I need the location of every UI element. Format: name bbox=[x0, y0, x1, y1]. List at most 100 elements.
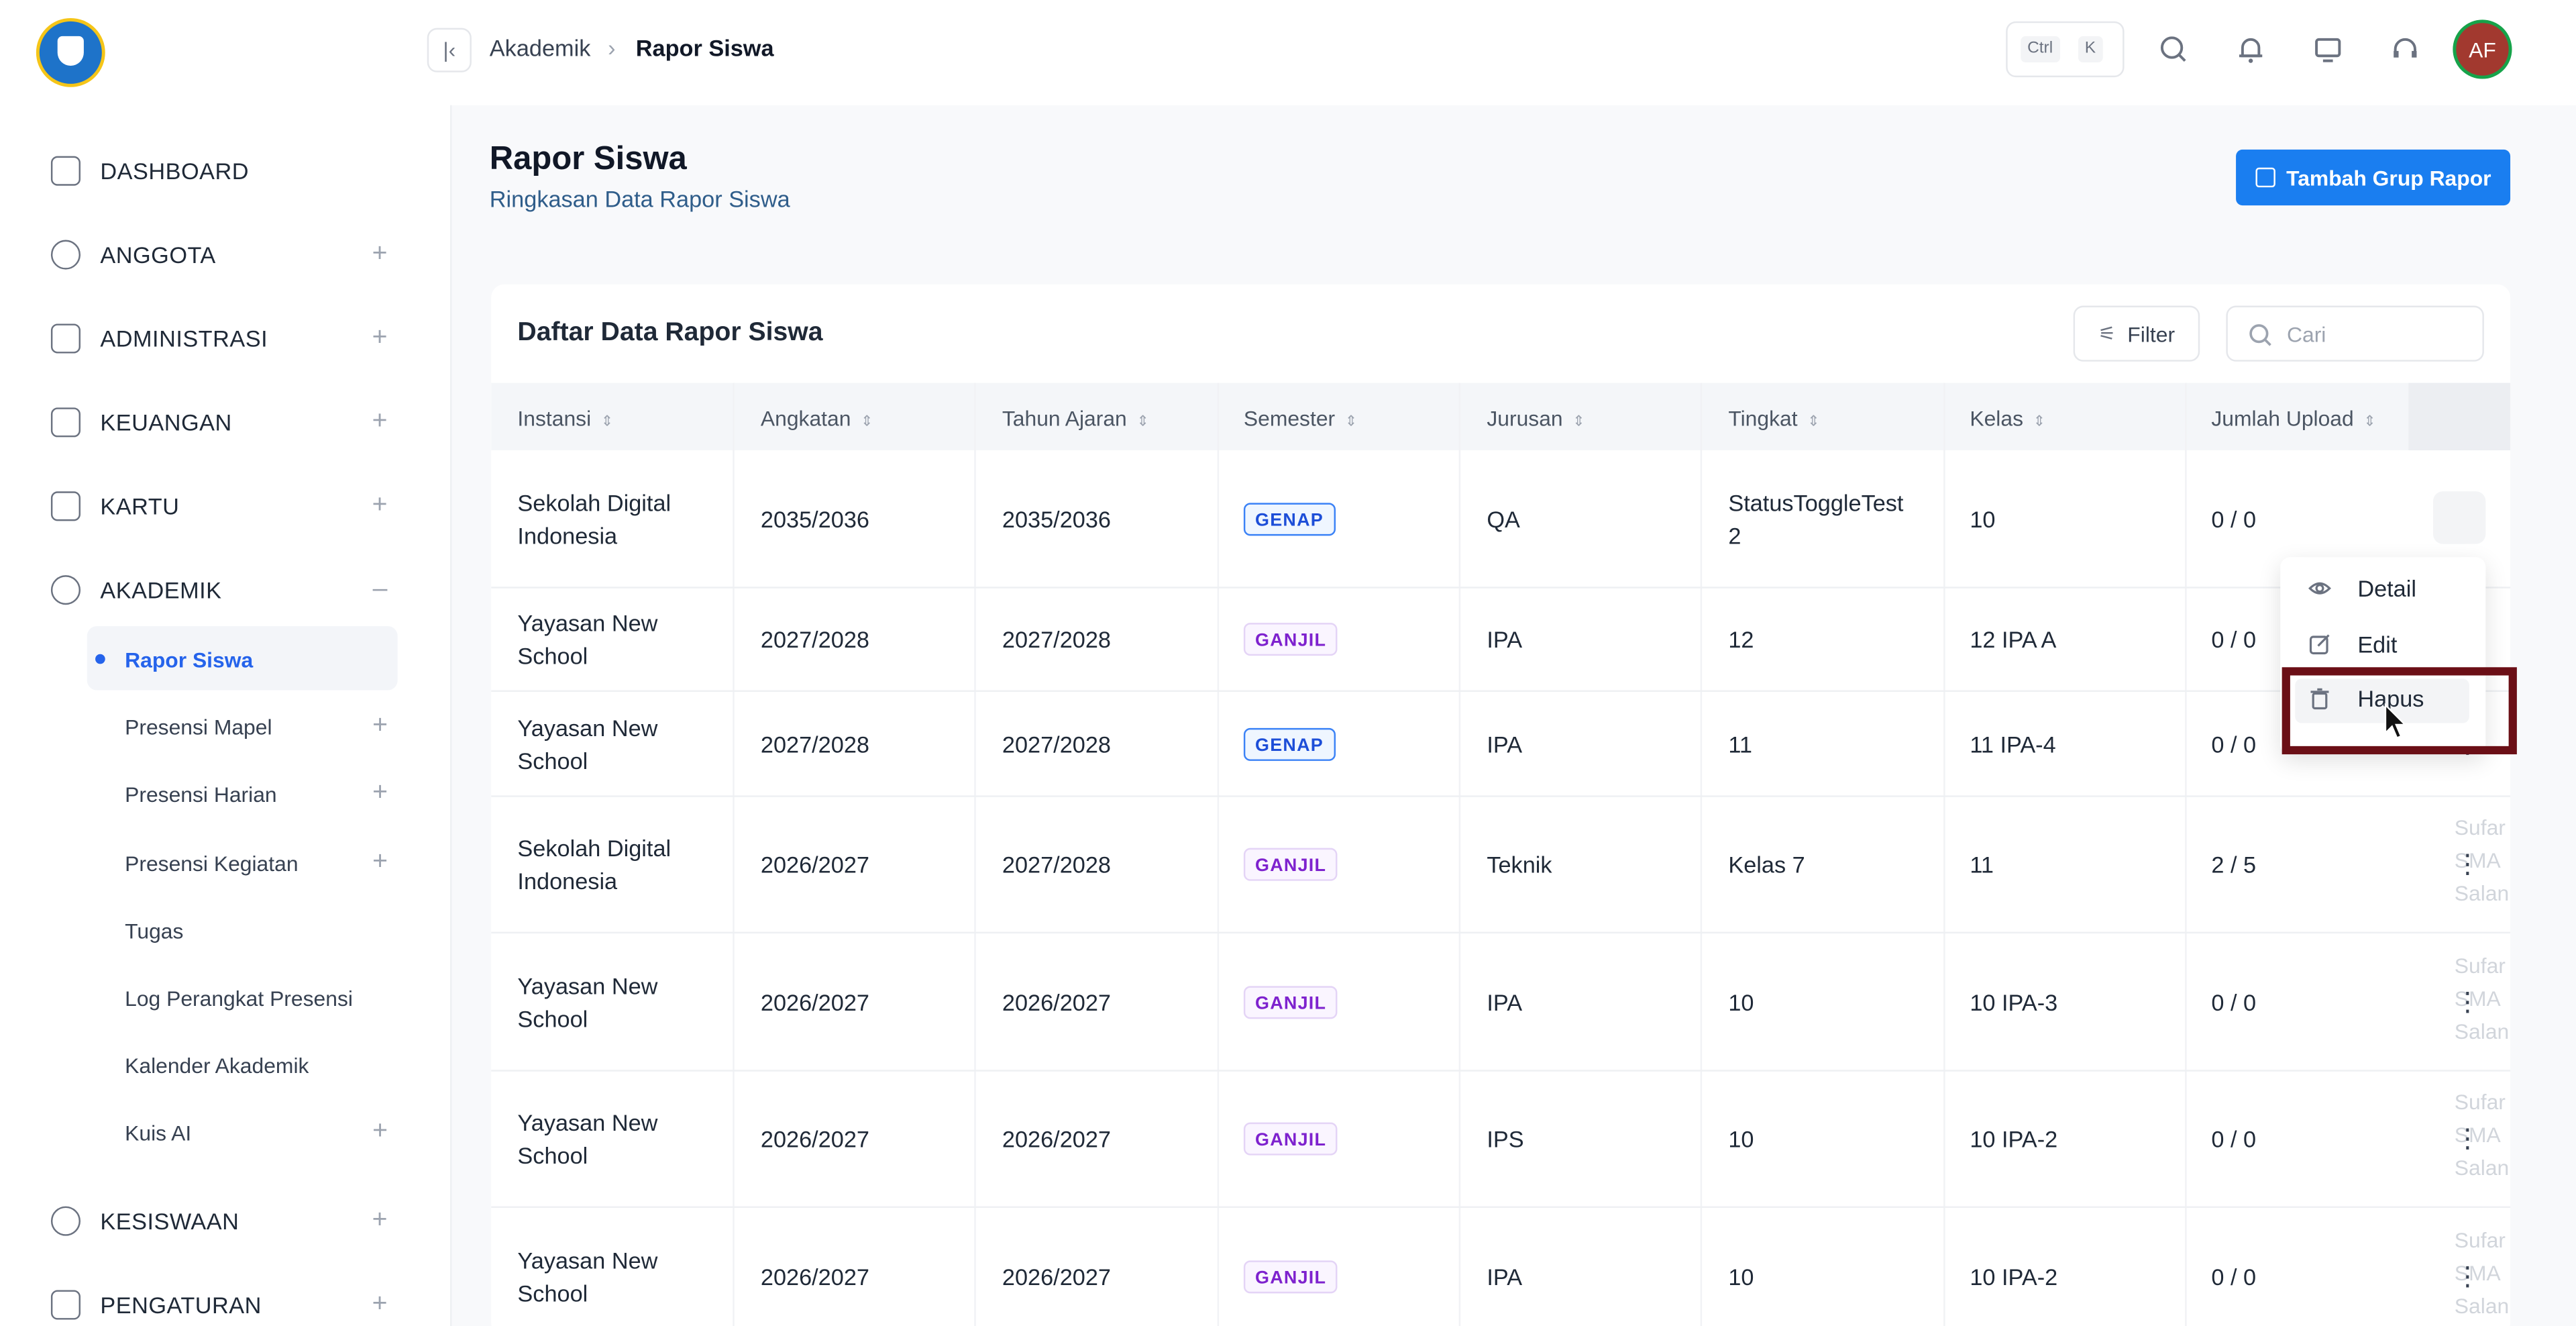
expand-icon: + bbox=[372, 240, 388, 268]
cell-jurusan: IPS bbox=[1487, 1125, 1524, 1152]
expand-icon: + bbox=[372, 848, 388, 876]
sidebar-item-label: ADMINISTRASI bbox=[100, 325, 268, 352]
cell-text-line: School bbox=[517, 1279, 588, 1306]
users-icon bbox=[50, 240, 81, 270]
cell-text-line: Yayasan New bbox=[517, 1109, 658, 1136]
column-header-angkatan[interactable]: Angkatan ⇕ bbox=[761, 406, 873, 431]
cell-tahun-ajaran: 2027/2028 bbox=[1002, 730, 1111, 757]
sidebar-item-anggota[interactable]: ANGGOTA + bbox=[50, 235, 405, 274]
cell-tahun-ajaran: 2027/2028 bbox=[1002, 626, 1111, 653]
cell-tingkat: 12 bbox=[1728, 623, 1754, 656]
menu-item-detail[interactable]: Detail bbox=[2308, 575, 2416, 601]
academic-icon bbox=[50, 575, 81, 605]
semester-badge: GENAP bbox=[1243, 502, 1336, 536]
cell-text-line: Kelas 7 bbox=[1728, 851, 1805, 878]
cell-instansi: Yayasan New School bbox=[517, 1243, 657, 1309]
column-header-jumlah-upload[interactable]: Jumlah Upload ⇕ bbox=[2211, 406, 2376, 431]
expand-icon: + bbox=[372, 323, 388, 352]
sidebar-subitem-presensi-mapel[interactable]: Presensi Mapel + bbox=[125, 709, 404, 745]
headset-icon[interactable] bbox=[2389, 33, 2422, 66]
cell-tingkat: 10 bbox=[1728, 1123, 1754, 1156]
column-header-label: Jumlah Upload bbox=[2211, 405, 2354, 431]
semester-badge: GENAP bbox=[1243, 727, 1336, 760]
sidebar-subitem-label: Rapor Siswa bbox=[125, 646, 254, 672]
search-icon[interactable] bbox=[2157, 33, 2190, 66]
menu-item-edit[interactable]: Edit bbox=[2308, 631, 2397, 658]
mouse-cursor-icon bbox=[2384, 703, 2407, 740]
semester-badge: GANJIL bbox=[1243, 1122, 1338, 1156]
tut-wuri-handayani-logo[interactable] bbox=[36, 17, 105, 87]
truncated-text-line: Salan bbox=[2454, 1292, 2510, 1317]
cell-kelas: 11 bbox=[1970, 851, 1994, 878]
app-root: DASHBOARD ANGGOTA + ADMINISTRASI + KEUAN… bbox=[0, 0, 2576, 1326]
cell-instansi: Sekolah Digital Indonesia bbox=[517, 486, 671, 552]
sidebar-subitem-label: Tugas bbox=[125, 917, 184, 943]
column-header-instansi[interactable]: Instansi ⇕ bbox=[517, 406, 613, 431]
collapse-icon: – bbox=[372, 575, 388, 603]
dashboard-icon bbox=[50, 156, 81, 186]
search-box bbox=[2226, 305, 2484, 362]
cell-jurusan: QA bbox=[1487, 505, 1520, 532]
cell-tingkat: 10 bbox=[1728, 1260, 1754, 1292]
filter-button[interactable]: ⚟ Filter bbox=[2073, 305, 2200, 362]
column-header-tingkat[interactable]: Tingkat ⇕ bbox=[1728, 406, 1819, 431]
monitor-icon[interactable] bbox=[2312, 33, 2345, 66]
sidebar-item-label: DASHBOARD bbox=[100, 158, 249, 185]
truncated-text-line: Sufar bbox=[2454, 815, 2506, 840]
sidebar-item-keuangan[interactable]: KEUANGAN + bbox=[50, 403, 405, 442]
sidebar-item-pengaturan[interactable]: PENGATURAN + bbox=[50, 1285, 405, 1325]
sidebar-item-kesiswaan[interactable]: KESISWAAN + bbox=[50, 1201, 405, 1241]
sort-icon: ⇕ bbox=[2363, 412, 2376, 429]
breadcrumb-parent[interactable]: Akademik bbox=[490, 34, 591, 60]
sidebar-item-label: AKADEMIK bbox=[100, 576, 222, 603]
folder-icon bbox=[50, 323, 81, 354]
avatar[interactable]: AF bbox=[2453, 19, 2512, 79]
sidebar-subitem-rapor-siswa[interactable]: Rapor Siswa bbox=[125, 641, 404, 677]
sidebar-subitem-presensi-harian[interactable]: Presensi Harian + bbox=[125, 776, 404, 812]
cell-text-line: Yayasan New bbox=[517, 1246, 658, 1273]
sidebar-item-kartu[interactable]: KARTU + bbox=[50, 487, 405, 526]
sidebar-collapse-button[interactable]: |‹ bbox=[427, 28, 472, 72]
column-header-kelas[interactable]: Kelas ⇕ bbox=[1970, 406, 2045, 431]
sidebar-subitem-label: Presensi Harian bbox=[125, 781, 277, 807]
truncated-text-line: Sufar bbox=[2454, 1089, 2506, 1115]
sidebar-subitem-label: Kuis AI bbox=[125, 1119, 192, 1145]
cell-jumlah-upload: 0 / 0 bbox=[2211, 626, 2257, 653]
sidebar-subitem-presensi-kegiatan[interactable]: Presensi Kegiatan + bbox=[125, 845, 404, 881]
cell-angkatan: 2026/2027 bbox=[760, 1263, 869, 1290]
cell-kelas: 10 IPA-2 bbox=[1970, 1263, 2058, 1290]
column-header-label: Angkatan bbox=[760, 405, 851, 431]
sidebar-subitem-log-perangkat[interactable]: Log Perangkat Presensi bbox=[125, 980, 404, 1016]
row-actions-button[interactable]: ⋮ bbox=[2455, 1260, 2481, 1292]
semester-badge: GANJIL bbox=[1243, 1260, 1338, 1293]
row-actions-button[interactable]: ⋮ bbox=[2455, 848, 2481, 881]
command-shortcut[interactable]: Ctrl K bbox=[2006, 21, 2125, 78]
column-header-label: Jurusan bbox=[1487, 405, 1563, 431]
column-header-label: Semester bbox=[1243, 405, 1336, 431]
chevron-right-icon: › bbox=[608, 34, 616, 61]
cell-text-line: Yayasan New bbox=[517, 714, 658, 741]
cell-jurusan: IPA bbox=[1487, 730, 1523, 757]
sidebar-subitem-kuis-ai[interactable]: Kuis AI + bbox=[125, 1114, 404, 1150]
column-header-semester[interactable]: Semester ⇕ bbox=[1244, 406, 1357, 431]
table-title: Daftar Data Rapor Siswa bbox=[517, 319, 823, 347]
sidebar-subitem-tugas[interactable]: Tugas bbox=[125, 912, 404, 948]
sidebar-item-dashboard[interactable]: DASHBOARD bbox=[50, 151, 405, 191]
search-input[interactable] bbox=[2284, 320, 2471, 349]
bell-icon[interactable] bbox=[2235, 33, 2267, 66]
column-header-tahun-ajaran[interactable]: Tahun Ajaran ⇕ bbox=[1002, 406, 1149, 431]
sidebar-item-administrasi[interactable]: ADMINISTRASI + bbox=[50, 319, 405, 358]
cell-jurusan: IPA bbox=[1487, 1263, 1523, 1290]
cell-jumlah-upload: 0 / 0 bbox=[2211, 730, 2257, 757]
column-header-jurusan[interactable]: Jurusan ⇕ bbox=[1487, 406, 1585, 431]
truncated-text-line: Salan bbox=[2454, 1155, 2510, 1180]
cell-text-line: 10 bbox=[1728, 1263, 1754, 1290]
cell-text-line: School bbox=[517, 1005, 588, 1031]
sidebar-item-akademik[interactable]: AKADEMIK – bbox=[50, 570, 405, 610]
menu-item-label: Detail bbox=[2357, 575, 2416, 602]
sidebar-subitem-kalender[interactable]: Kalender Akademik bbox=[125, 1047, 404, 1083]
row-actions-button[interactable]: ⋮ bbox=[2455, 1123, 2481, 1156]
row-actions-button[interactable]: ⋮ bbox=[2455, 985, 2481, 1018]
row-actions-active-bg bbox=[2432, 491, 2486, 544]
add-report-group-button[interactable]: Tambah Grup Rapor bbox=[2236, 149, 2511, 206]
